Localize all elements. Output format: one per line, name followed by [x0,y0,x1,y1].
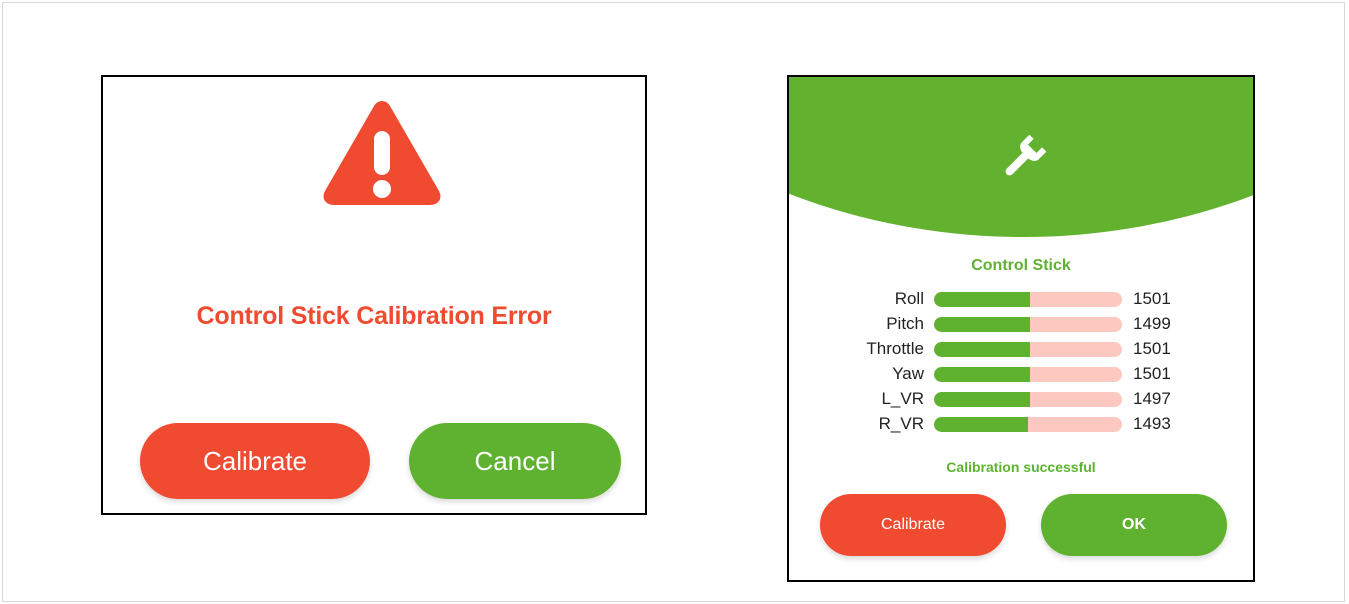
channel-value: 1497 [1133,389,1171,408]
channel-label: Pitch [886,314,924,333]
cancel-button[interactable]: Cancel [409,423,621,499]
channel-value: 1499 [1133,314,1171,333]
channel-label: Throttle [866,339,924,358]
channel-label: R_VR [878,414,924,433]
ok-button[interactable]: OK [1041,494,1227,556]
calibrate-button[interactable]: Calibrate [140,423,370,499]
channel-label: L_VR [881,389,924,408]
channel-row: L_VR 1497 [789,387,1253,411]
status-message: Calibration successful [946,459,1096,475]
section-title: Control Stick [971,257,1071,274]
channel-row: Throttle 1501 [789,337,1253,361]
channel-bar-fill [934,367,1030,382]
calibration-success-dialog: Control Stick Roll 1501 Pitch 1499 Throttle 1… [787,75,1255,582]
wrench-icon [1005,135,1046,176]
error-title: Control Stick Calibration Error [196,302,552,330]
channel-row: Yaw 1501 [789,362,1253,386]
channel-bar [934,342,1122,357]
warning-triangle-icon [323,101,441,205]
channel-bar [934,392,1122,407]
calibrate-button[interactable]: Calibrate [820,494,1006,556]
channel-bar-fill [934,342,1030,357]
channel-label: Roll [894,289,924,308]
channel-value: 1501 [1133,339,1171,358]
channel-row: R_VR 1493 [789,412,1253,436]
channel-bar-fill [934,392,1030,407]
channel-bar [934,417,1122,432]
channel-value: 1493 [1133,414,1171,433]
channel-row: Pitch 1499 [789,312,1253,336]
channel-row: Roll 1501 [789,287,1253,311]
channel-bar [934,292,1122,307]
channel-bar-fill [934,417,1028,432]
channel-bar [934,367,1122,382]
channel-bar [934,317,1122,332]
calibration-error-dialog: Control Stick Calibration Error Calibrat… [101,75,647,515]
channel-value: 1501 [1133,289,1171,308]
channel-value: 1501 [1133,364,1171,383]
channel-label: Yaw [892,364,924,383]
channel-bar-fill [934,292,1030,307]
channel-bar-fill [934,317,1030,332]
